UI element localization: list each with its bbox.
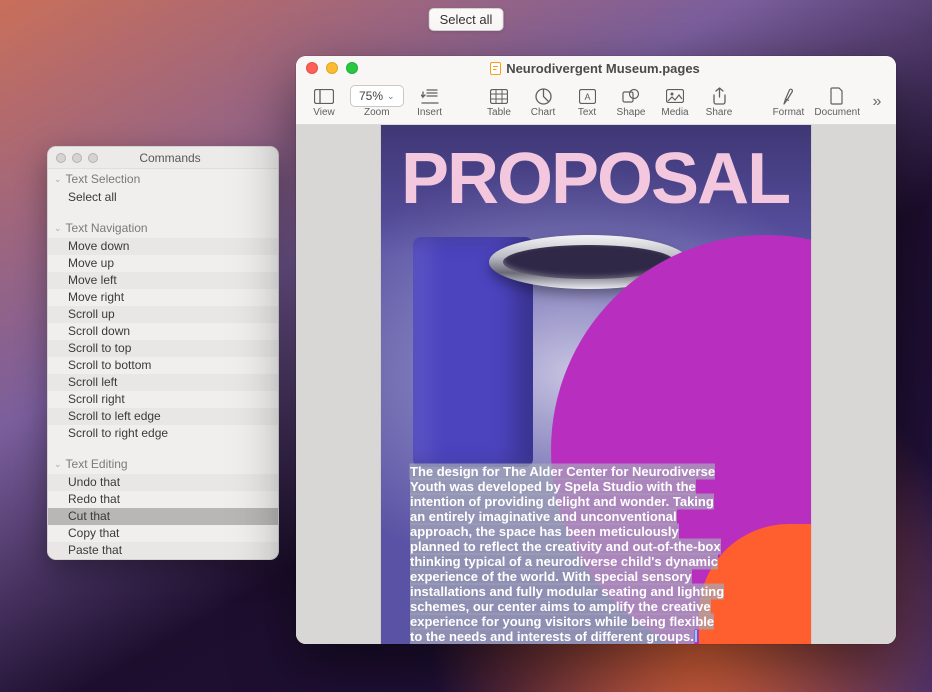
- window-titlebar[interactable]: Neurodivergent Museum.pages: [296, 56, 896, 80]
- command-item[interactable]: Copy that: [48, 525, 278, 542]
- command-item[interactable]: Select all: [48, 189, 278, 206]
- select-all-tooltip: Select all: [429, 8, 504, 31]
- format-button[interactable]: Format: [766, 81, 810, 123]
- command-item[interactable]: Move up: [48, 255, 278, 272]
- media-icon: [666, 86, 684, 106]
- command-group-header[interactable]: ⌄Text Navigation: [48, 218, 278, 238]
- chevron-right-icon: »: [873, 93, 882, 110]
- command-item[interactable]: Scroll to bottom: [48, 357, 278, 374]
- command-item[interactable]: Redo that: [48, 491, 278, 508]
- shape-button[interactable]: Shape: [609, 81, 653, 123]
- command-item[interactable]: Move left: [48, 272, 278, 289]
- close-icon[interactable]: [56, 153, 66, 163]
- share-button[interactable]: Share: [697, 81, 741, 123]
- command-item[interactable]: Scroll to top: [48, 340, 278, 357]
- sidebar-icon: [314, 86, 334, 106]
- insert-icon: [421, 86, 439, 106]
- document-body-text[interactable]: The design for The Alder Center for Neur…: [410, 464, 728, 644]
- chart-button[interactable]: Chart: [521, 81, 565, 123]
- text-cursor: [695, 630, 697, 642]
- svg-text:A: A: [584, 92, 590, 102]
- document-heading[interactable]: PROPOSAL: [401, 147, 811, 212]
- document-icon: [830, 86, 844, 106]
- command-item[interactable]: Cut that: [48, 508, 278, 525]
- shape-icon: [622, 86, 640, 106]
- text-button[interactable]: A Text: [565, 81, 609, 123]
- spacer: [48, 442, 278, 454]
- pages-window: Neurodivergent Museum.pages View 75%⌄ Zo…: [296, 56, 896, 644]
- chevron-down-icon: ⌄: [387, 91, 395, 102]
- commands-panel: Commands ⌄Text SelectionSelect all ⌄Text …: [47, 146, 279, 560]
- chevron-down-icon: ⌄: [54, 459, 62, 470]
- toolbar: View 75%⌄ Zoom Insert Table Chart: [296, 80, 896, 125]
- commands-title: Commands: [70, 151, 270, 165]
- view-button[interactable]: View: [302, 81, 346, 123]
- command-item[interactable]: Scroll to right edge: [48, 425, 278, 442]
- chevron-down-icon: ⌄: [54, 174, 62, 185]
- toolbar-overflow-button[interactable]: »: [864, 93, 890, 111]
- command-item[interactable]: Undo that: [48, 474, 278, 491]
- command-item[interactable]: Move right: [48, 289, 278, 306]
- media-button[interactable]: Media: [653, 81, 697, 123]
- document-canvas[interactable]: PROPOSAL The design for The Alder Center…: [296, 125, 896, 644]
- command-item[interactable]: Scroll up: [48, 306, 278, 323]
- chevron-down-icon: ⌄: [54, 223, 62, 234]
- command-group-header[interactable]: ⌄Text Editing: [48, 454, 278, 474]
- command-item[interactable]: Paste that: [48, 542, 278, 559]
- command-item[interactable]: Scroll right: [48, 391, 278, 408]
- document-button[interactable]: Document: [810, 81, 864, 123]
- spacer: [48, 206, 278, 218]
- commands-titlebar: Commands: [48, 147, 278, 169]
- command-item[interactable]: Move down: [48, 238, 278, 255]
- table-button[interactable]: Table: [477, 81, 521, 123]
- text-icon: A: [579, 86, 596, 106]
- insert-button[interactable]: Insert: [408, 81, 452, 123]
- chart-icon: [535, 86, 552, 106]
- command-item[interactable]: Scroll left: [48, 374, 278, 391]
- table-icon: [490, 86, 508, 106]
- document-page[interactable]: PROPOSAL The design for The Alder Center…: [381, 125, 811, 644]
- zoom-select[interactable]: 75%⌄ Zoom: [346, 81, 408, 123]
- command-group-header[interactable]: ⌄Text Selection: [48, 169, 278, 189]
- window-title: Neurodivergent Museum.pages: [304, 61, 886, 76]
- pages-document-icon: [490, 62, 501, 75]
- share-icon: [712, 86, 727, 106]
- command-item[interactable]: Scroll down: [48, 323, 278, 340]
- format-icon: [781, 86, 796, 106]
- command-item[interactable]: Scroll to left edge: [48, 408, 278, 425]
